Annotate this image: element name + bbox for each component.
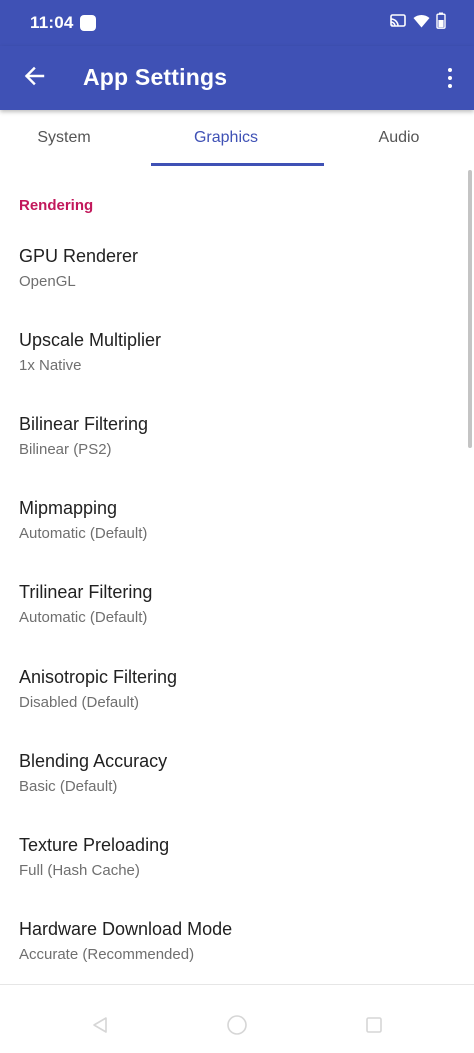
pref-summary: Bilinear (PS2) xyxy=(19,441,112,458)
back-button[interactable] xyxy=(14,58,54,98)
pref-summary: Accurate (Recommended) xyxy=(19,946,195,963)
nav-home-button[interactable] xyxy=(225,1014,249,1041)
pref-summary: 1x Native xyxy=(19,357,82,374)
tab-label: Graphics xyxy=(193,129,259,146)
pref-title: Mipmapping xyxy=(19,498,118,518)
nav-back-button[interactable] xyxy=(88,1015,112,1039)
pref-title: Blending Accuracy xyxy=(19,751,168,771)
pref-title: Bilinear Filtering xyxy=(19,414,149,434)
pref-upscale-multiplier[interactable]: Upscale Multiplier 1x Native xyxy=(0,316,470,400)
battery-icon xyxy=(436,12,446,34)
tab-system[interactable]: System xyxy=(0,110,128,166)
more-options-button[interactable] xyxy=(436,58,464,98)
pref-summary: Automatic (Default) xyxy=(19,525,148,542)
settings-list[interactable]: Rendering GPU Renderer OpenGL Upscale Mu… xyxy=(0,166,474,984)
pref-title: Texture Preloading xyxy=(19,835,170,855)
nav-recents-button[interactable] xyxy=(362,1015,386,1039)
status-time: 11:04 xyxy=(30,13,74,32)
page-title: App Settings xyxy=(83,64,228,90)
more-vert-icon xyxy=(448,68,452,88)
screen: 11:04 App Settings System Graphics Audio… xyxy=(0,0,474,1053)
pref-texture-preloading[interactable]: Texture Preloading Full (Hash Cache) xyxy=(0,821,470,905)
pref-summary: Automatic (Default) xyxy=(19,609,148,626)
tab-label: Audio xyxy=(378,129,420,146)
category-rendering: Rendering xyxy=(19,197,94,214)
cast-icon xyxy=(389,13,407,34)
pref-summary: Full (Hash Cache) xyxy=(19,862,140,879)
pref-title: Upscale Multiplier xyxy=(19,330,162,350)
scrollbar[interactable] xyxy=(468,170,472,448)
pref-title: GPU Renderer xyxy=(19,246,139,266)
tab-graphics[interactable]: Graphics xyxy=(128,110,324,166)
pref-summary: Basic (Default) xyxy=(19,778,118,795)
status-icons xyxy=(389,12,446,34)
tab-bar: System Graphics Audio xyxy=(0,110,474,166)
home-circle-icon xyxy=(226,1014,248,1041)
tab-audio[interactable]: Audio xyxy=(324,110,474,166)
pref-gpu-renderer[interactable]: GPU Renderer OpenGL xyxy=(0,232,470,316)
back-triangle-icon xyxy=(90,1015,110,1040)
notification-icon xyxy=(80,15,96,31)
recents-square-icon xyxy=(364,1015,384,1040)
arrow-back-icon xyxy=(23,65,45,92)
pref-title: Anisotropic Filtering xyxy=(19,667,178,687)
pref-trilinear-filtering[interactable]: Trilinear Filtering Automatic (Default) xyxy=(0,568,470,652)
pref-bilinear-filtering[interactable]: Bilinear Filtering Bilinear (PS2) xyxy=(0,400,470,484)
app-bar: App Settings xyxy=(0,46,474,110)
system-nav-bar xyxy=(0,984,474,1053)
pref-anisotropic-filtering[interactable]: Anisotropic Filtering Disabled (Default) xyxy=(0,653,470,737)
pref-blending-accuracy[interactable]: Blending Accuracy Basic (Default) xyxy=(0,737,470,821)
pref-hardware-download-mode[interactable]: Hardware Download Mode Accurate (Recomme… xyxy=(0,905,470,984)
pref-summary: OpenGL xyxy=(19,273,76,290)
pref-summary: Disabled (Default) xyxy=(19,694,140,711)
tab-label: System xyxy=(37,129,91,146)
wifi-icon xyxy=(413,14,430,33)
status-bar: 11:04 xyxy=(0,0,474,46)
pref-mipmapping[interactable]: Mipmapping Automatic (Default) xyxy=(0,484,470,568)
pref-title: Hardware Download Mode xyxy=(19,919,233,939)
pref-title: Trilinear Filtering xyxy=(19,582,153,602)
